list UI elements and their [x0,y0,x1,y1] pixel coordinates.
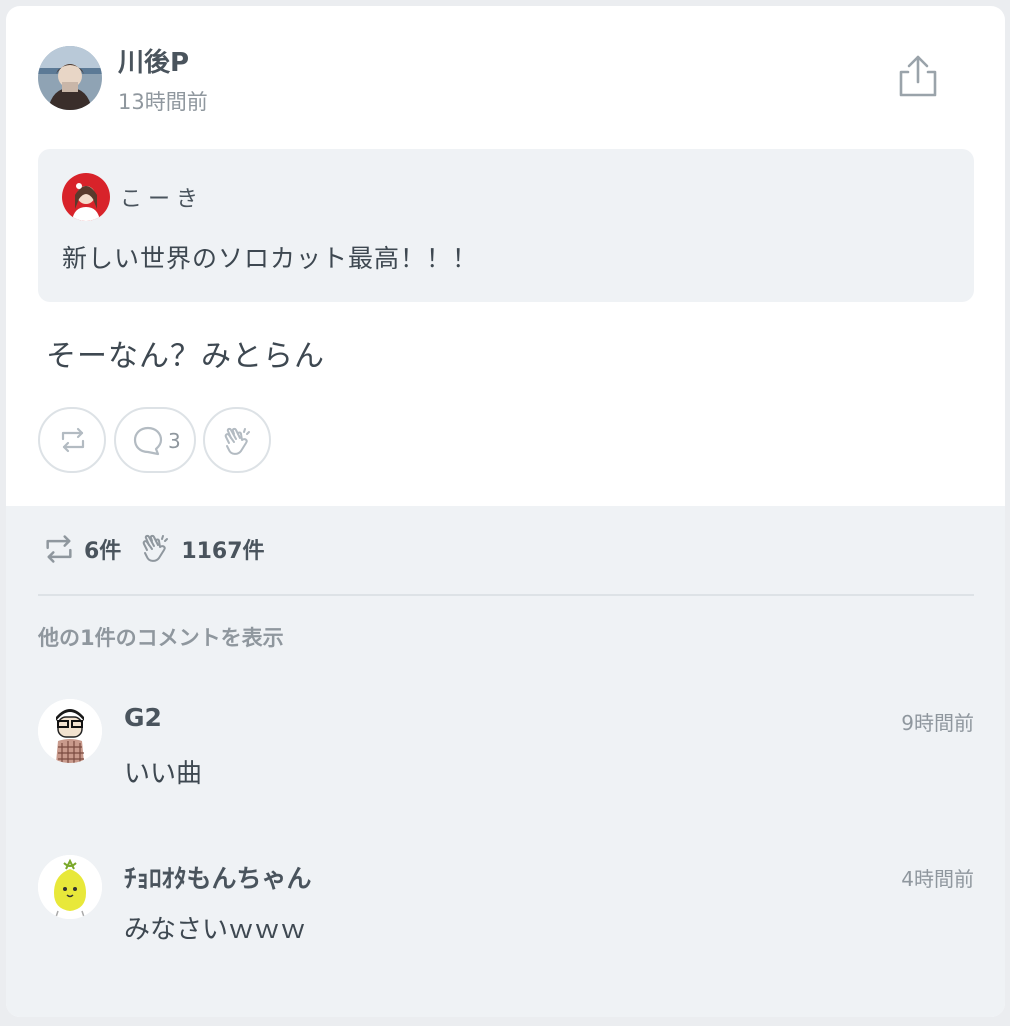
comment-count: 3 [168,429,181,453]
clap-count: 1167件 [181,539,265,564]
quoted-post[interactable]: こーき 新しい世界のソロカット最高！！！ [38,149,974,302]
commenter-name[interactable]: ﾁｮﾛｵﾀもんちゃん [124,859,312,895]
commenter-avatar[interactable] [38,699,102,763]
comment-time: 9時間前 [901,711,974,735]
comment-item: G2 9時間前 いい曲 [6,699,1005,829]
clap-icon [143,534,169,562]
comment-button[interactable]: 3 [114,407,196,473]
show-more-comments-link[interactable]: 他の1件のコメントを表示 [38,622,284,652]
repost-button[interactable] [38,407,106,473]
engagement-panel: 6件 1167件 他の1件のコメントを表示 G2 9時間前 いい曲 ﾁｮﾛｵﾀも… [6,506,1005,1017]
author-avatar[interactable] [38,46,102,110]
commenter-name[interactable]: G2 [124,703,162,732]
repost-stat[interactable]: 6件 [42,532,121,566]
repost-icon [46,535,72,563]
engagement-stats: 6件 1167件 [42,532,283,566]
clap-button[interactable] [203,407,271,473]
post-main: 川後P 13時間前 こーき 新しい世界のソロカット最高！！！ そーなん？みとらん… [6,6,1005,506]
author-name[interactable]: 川後P [118,42,189,79]
share-icon [899,55,937,97]
repost-icon [61,427,85,453]
repost-count: 6件 [84,539,122,564]
comment-item: ﾁｮﾛｵﾀもんちゃん 4時間前 みなさいｗｗｗ [6,855,1005,985]
post-card: 川後P 13時間前 こーき 新しい世界のソロカット最高！！！ そーなん？みとらん… [6,6,1005,1017]
clap-stat[interactable]: 1167件 [139,532,265,566]
divider [38,594,974,596]
quoted-author-name[interactable]: こーき [120,181,204,213]
comment-text: みなさいｗｗｗ [124,915,307,945]
quoted-text: 新しい世界のソロカット最高！！！ [62,244,479,273]
comment-text: いい曲 [124,759,203,789]
quoted-author-avatar[interactable] [62,173,110,221]
comment-time: 4時間前 [901,867,974,891]
commenter-avatar[interactable] [38,855,102,919]
clap-icon [224,427,250,455]
comment-icon [133,426,163,456]
post-time: 13時間前 [118,90,208,114]
post-body: そーなん？みとらん [46,339,325,374]
share-button[interactable] [894,52,942,100]
